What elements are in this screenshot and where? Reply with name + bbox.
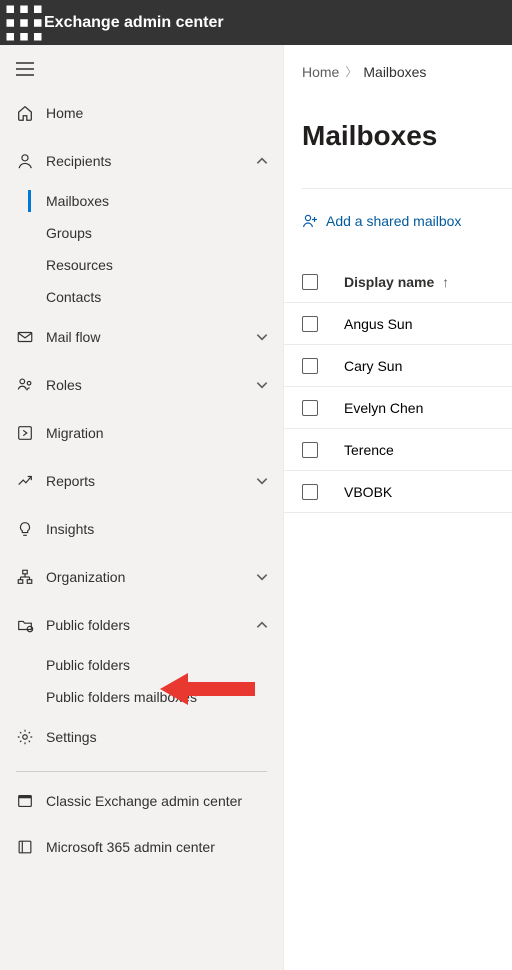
home-icon (16, 104, 34, 122)
column-header-displayname[interactable]: Display name ↑ (344, 274, 512, 290)
toolbar-button-label: Add a shared mailbox (326, 213, 461, 229)
sidebar-item-label: Microsoft 365 admin center (46, 839, 215, 855)
row-checkbox[interactable] (302, 442, 318, 458)
sidebar-sub-resources[interactable]: Resources (0, 249, 283, 281)
sidebar-item-label: Migration (46, 425, 269, 441)
roles-icon (16, 376, 34, 394)
sidebar-item-label: Public folders (46, 617, 255, 633)
cell-displayname: Angus Sun (344, 316, 512, 332)
sidebar-item-label: Reports (46, 473, 255, 489)
sidebar-item-label: Resources (46, 257, 113, 273)
table-row[interactable]: Evelyn Chen (284, 387, 512, 429)
gear-icon (16, 728, 34, 746)
sidebar-item-migration[interactable]: Migration (0, 409, 283, 457)
row-checkbox-cell (302, 442, 344, 458)
sidebar-item-label: Settings (46, 729, 269, 745)
mail-icon (16, 328, 34, 346)
sidebar-item-mail-flow[interactable]: Mail flow (0, 313, 283, 361)
page-title: Mailboxes (302, 120, 512, 152)
chevron-up-icon (255, 618, 269, 632)
mailbox-table: Display name ↑ Angus Sun Cary Sun Evelyn C… (284, 261, 512, 513)
row-checkbox[interactable] (302, 316, 318, 332)
sidebar-sub-public-folders-mailboxes[interactable]: Public folders mailboxes (0, 681, 283, 713)
row-checkbox-cell (302, 316, 344, 332)
row-checkbox-cell (302, 358, 344, 374)
breadcrumb: Home 〉 Mailboxes (284, 57, 512, 80)
sidebar-item-insights[interactable]: Insights (0, 505, 283, 553)
chevron-down-icon (255, 570, 269, 584)
sidebar-item-public-folders[interactable]: Public folders (0, 601, 283, 649)
breadcrumb-home[interactable]: Home (302, 64, 339, 80)
add-shared-mailbox-button[interactable]: Add a shared mailbox (302, 213, 461, 229)
sidebar-link-classic-eac[interactable]: Classic Exchange admin center (0, 778, 283, 824)
sidebar-item-label: Public folders (46, 657, 130, 673)
table-row[interactable]: Cary Sun (284, 345, 512, 387)
cell-displayname: Evelyn Chen (344, 400, 512, 416)
app-launcher-button[interactable] (4, 0, 44, 45)
row-checkbox[interactable] (302, 484, 318, 500)
sidebar-item-label: Insights (46, 521, 269, 537)
sidebar-item-label: Recipients (46, 153, 255, 169)
row-checkbox[interactable] (302, 358, 318, 374)
sidebar-item-reports[interactable]: Reports (0, 457, 283, 505)
chevron-down-icon (255, 330, 269, 344)
add-person-icon (302, 213, 318, 229)
person-icon (16, 152, 34, 170)
sidebar-item-label: Mail flow (46, 329, 255, 345)
sidebar-item-home[interactable]: Home (0, 89, 283, 137)
chevron-up-icon (255, 154, 269, 168)
waffle-icon (4, 3, 44, 43)
chevron-right-icon: 〉 (345, 63, 357, 80)
select-all-cell (302, 274, 344, 290)
sort-asc-icon: ↑ (442, 274, 449, 290)
public-folders-icon (16, 616, 34, 634)
table-row[interactable]: Terence (284, 429, 512, 471)
classic-eac-icon (16, 792, 34, 810)
sidebar-item-recipients[interactable]: Recipients (0, 137, 283, 185)
migration-icon (16, 424, 34, 442)
row-checkbox-cell (302, 484, 344, 500)
cell-displayname: Terence (344, 442, 512, 458)
sidebar: Home Recipients Mailboxes Groups Resourc… (0, 45, 283, 970)
column-header-label: Display name (344, 274, 434, 290)
cell-displayname: VBOBK (344, 484, 512, 500)
sidebar-sub-public-folders[interactable]: Public folders (0, 649, 283, 681)
sidebar-item-roles[interactable]: Roles (0, 361, 283, 409)
insights-icon (16, 520, 34, 538)
reports-icon (16, 472, 34, 490)
sidebar-item-label: Public folders mailboxes (46, 689, 197, 705)
cell-displayname: Cary Sun (344, 358, 512, 374)
chevron-down-icon (255, 378, 269, 392)
product-title: Exchange admin center (44, 14, 224, 32)
sidebar-item-label: Groups (46, 225, 92, 241)
m365-icon (16, 838, 34, 856)
sidebar-sub-mailboxes[interactable]: Mailboxes (0, 185, 283, 217)
sidebar-item-label: Organization (46, 569, 255, 585)
select-all-checkbox[interactable] (302, 274, 318, 290)
breadcrumb-current: Mailboxes (363, 64, 426, 80)
chevron-down-icon (255, 474, 269, 488)
sidebar-sub-groups[interactable]: Groups (0, 217, 283, 249)
sidebar-item-label: Classic Exchange admin center (46, 793, 242, 809)
nav-toggle-button[interactable] (0, 49, 283, 89)
hamburger-icon (16, 62, 34, 76)
sidebar-divider (16, 771, 267, 772)
sidebar-link-m365-admin[interactable]: Microsoft 365 admin center (0, 824, 283, 870)
sidebar-item-organization[interactable]: Organization (0, 553, 283, 601)
organization-icon (16, 568, 34, 586)
sidebar-item-label: Home (46, 105, 269, 121)
table-row[interactable]: VBOBK (284, 471, 512, 513)
toolbar: Add a shared mailbox (284, 189, 512, 245)
row-checkbox-cell (302, 400, 344, 416)
table-header-row: Display name ↑ (284, 261, 512, 303)
table-row[interactable]: Angus Sun (284, 303, 512, 345)
sidebar-item-settings[interactable]: Settings (0, 713, 283, 761)
sidebar-item-label: Contacts (46, 289, 101, 305)
sidebar-sub-contacts[interactable]: Contacts (0, 281, 283, 313)
row-checkbox[interactable] (302, 400, 318, 416)
main-content: Home 〉 Mailboxes Mailboxes Add a shared … (283, 45, 512, 970)
sidebar-item-label: Roles (46, 377, 255, 393)
top-bar: Exchange admin center (0, 0, 512, 45)
sidebar-item-label: Mailboxes (46, 193, 109, 209)
